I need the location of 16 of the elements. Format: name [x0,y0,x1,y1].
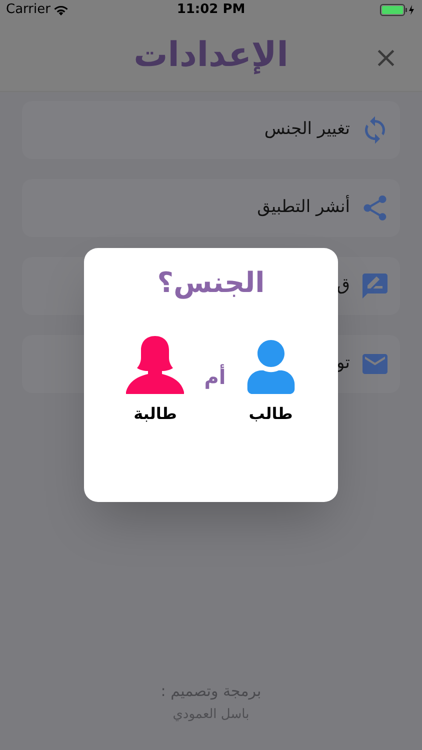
screen-title: الإعدادات [134,34,288,77]
settings-item[interactable]: تغيير الجنس [22,101,400,159]
or-label: أم [204,363,226,391]
carrier-label: Carrier [6,1,50,20]
settings-item-label: ق [336,274,350,298]
settings-item[interactable]: أنشر التطبيق [22,179,400,237]
wifi-icon [54,4,68,16]
clock-label: 11:02 PM [176,1,246,20]
female-option[interactable]: طالبة [124,334,186,426]
battery-charging-icon [380,4,416,16]
dialog-title: الجنس؟ [157,265,265,301]
chat-pencil-icon [360,271,390,301]
settings-item-label: تغيير الجنس [264,118,350,142]
male-option[interactable]: طالب [244,340,298,426]
woman-icon [124,334,186,396]
settings-item-label: أنشر التطبيق [257,195,350,220]
